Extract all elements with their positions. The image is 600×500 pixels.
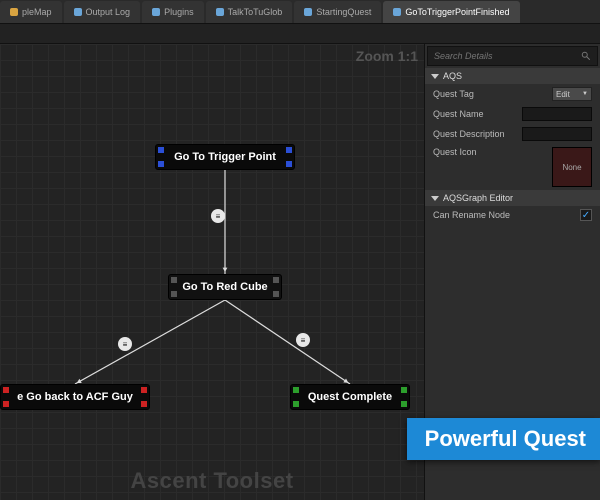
- node-corner-handle: [286, 147, 292, 153]
- canvas-watermark: Ascent Toolset: [130, 468, 293, 494]
- property-label: Quest Name: [433, 109, 522, 119]
- chevron-down-icon: [431, 196, 439, 201]
- property-row: Quest IconNone: [425, 144, 600, 190]
- tab-label: StartingQuest: [316, 7, 371, 17]
- graph-node-label: Go To Red Cube: [182, 281, 267, 293]
- graph-node-label: Go To Trigger Point: [174, 151, 276, 163]
- search-details-box[interactable]: [427, 46, 598, 66]
- tab-icon: [152, 8, 160, 16]
- property-dropdown[interactable]: Edit▼: [552, 87, 592, 101]
- search-icon: [581, 51, 591, 61]
- tab[interactable]: GoToTriggerPointFinished: [383, 1, 519, 23]
- tab-label: pleMap: [22, 7, 52, 17]
- tab-bar: pleMap Output Log Plugins TalkToTuGlob Start…: [0, 0, 600, 24]
- node-corner-handle: [3, 401, 9, 407]
- node-corner-handle: [158, 147, 164, 153]
- toolbar: [0, 24, 600, 44]
- tab-label: TalkToTuGlob: [228, 7, 283, 17]
- edge-badge-icon[interactable]: ≡: [118, 337, 132, 351]
- node-corner-handle: [158, 161, 164, 167]
- chevron-down-icon: ▼: [582, 91, 588, 97]
- node-corner-handle: [171, 291, 177, 297]
- tab[interactable]: Plugins: [142, 1, 204, 23]
- graph-node[interactable]: Go To Trigger Point: [155, 144, 295, 170]
- node-corner-handle: [141, 401, 147, 407]
- property-asset-thumbnail[interactable]: None: [552, 147, 592, 187]
- property-row: Quest Name: [425, 104, 600, 124]
- tab-label: Plugins: [164, 7, 194, 17]
- property-text-input[interactable]: [522, 127, 592, 141]
- tab[interactable]: pleMap: [0, 1, 62, 23]
- search-details-input[interactable]: [434, 51, 581, 61]
- graph-node[interactable]: Quest Complete: [290, 384, 410, 410]
- node-corner-handle: [171, 277, 177, 283]
- tab-icon: [304, 8, 312, 16]
- graph-node-label: e Go back to ACF Guy: [17, 391, 133, 403]
- node-corner-handle: [293, 401, 299, 407]
- section-header[interactable]: AQS: [425, 68, 600, 84]
- tab[interactable]: Output Log: [64, 1, 141, 23]
- graph-node[interactable]: e Go back to ACF Guy: [0, 384, 150, 410]
- property-row: Can Rename Node✓: [425, 206, 600, 224]
- tab-icon: [393, 8, 401, 16]
- node-corner-handle: [401, 387, 407, 393]
- node-corner-handle: [293, 387, 299, 393]
- node-corner-handle: [3, 387, 9, 393]
- edge-badge-icon[interactable]: ≡: [296, 333, 310, 347]
- section-title: AQS: [443, 71, 462, 81]
- tab-icon: [216, 8, 224, 16]
- property-text-input[interactable]: [522, 107, 592, 121]
- tab-icon: [10, 8, 18, 16]
- node-corner-handle: [273, 291, 279, 297]
- promo-banner: Powerful Quest: [407, 418, 600, 460]
- property-row: Quest TagEdit▼: [425, 84, 600, 104]
- tab[interactable]: TalkToTuGlob: [206, 1, 293, 23]
- zoom-label: Zoom 1:1: [356, 48, 418, 64]
- node-corner-handle: [273, 277, 279, 283]
- property-label: Quest Tag: [433, 89, 552, 99]
- property-label: Quest Description: [433, 129, 522, 139]
- property-checkbox[interactable]: ✓: [580, 209, 592, 221]
- property-label: Can Rename Node: [433, 210, 580, 220]
- tab-label: Output Log: [86, 7, 131, 17]
- node-corner-handle: [401, 401, 407, 407]
- edge-badge-icon[interactable]: ≡: [211, 209, 225, 223]
- graph-node[interactable]: Go To Red Cube: [168, 274, 282, 300]
- section-title: AQSGraph Editor: [443, 193, 513, 203]
- property-row: Quest Description: [425, 124, 600, 144]
- tab-label: GoToTriggerPointFinished: [405, 7, 509, 17]
- property-label: Quest Icon: [433, 147, 552, 157]
- tab[interactable]: StartingQuest: [294, 1, 381, 23]
- node-corner-handle: [286, 161, 292, 167]
- tab-icon: [74, 8, 82, 16]
- node-corner-handle: [141, 387, 147, 393]
- chevron-down-icon: [431, 74, 439, 79]
- graph-node-label: Quest Complete: [308, 391, 392, 403]
- section-header[interactable]: AQSGraph Editor: [425, 190, 600, 206]
- graph-canvas[interactable]: Zoom 1:1 Ascent Toolset Go To Trigger Po…: [0, 44, 424, 500]
